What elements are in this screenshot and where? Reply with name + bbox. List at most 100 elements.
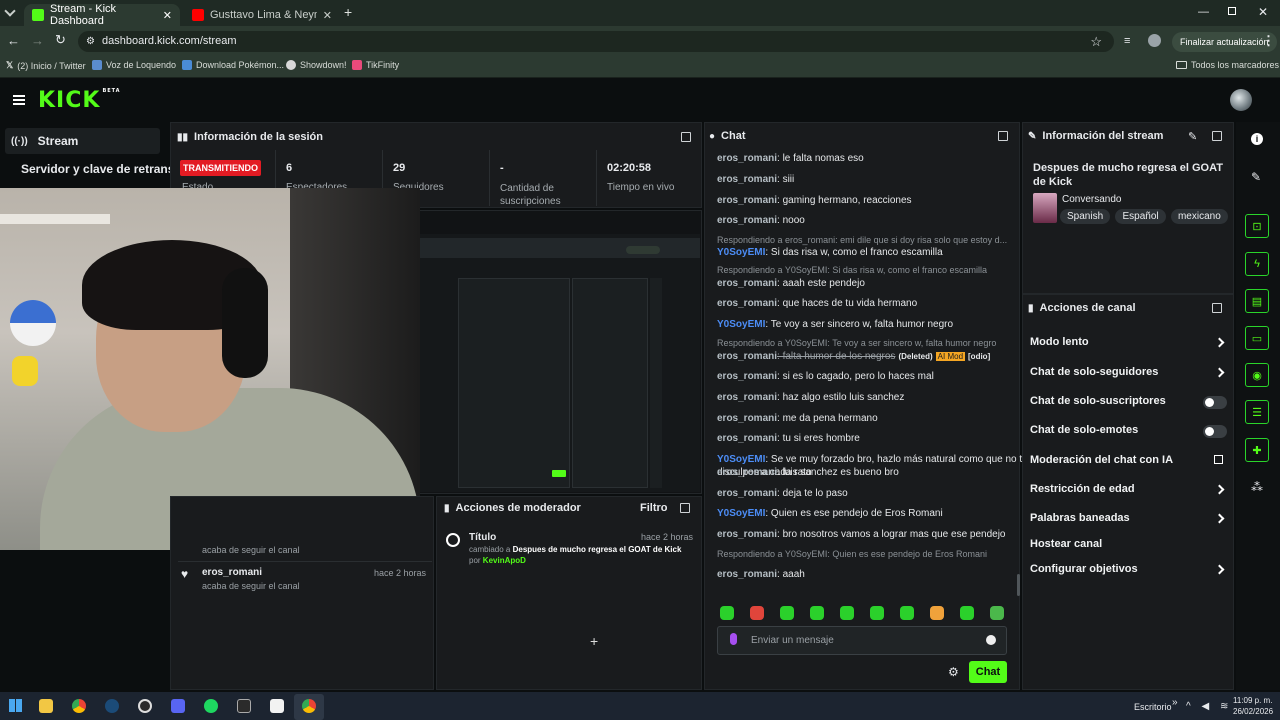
tray-chevron-icon[interactable]: » [1172, 697, 1178, 708]
filter-button[interactable]: Filtro [640, 502, 668, 514]
chat-username[interactable]: eros_romani [717, 351, 777, 362]
channel-action-item[interactable]: Moderación del chat con IA [1030, 454, 1173, 466]
tray-icons[interactable]: ^ ◀ ≋ [1186, 701, 1232, 712]
steam-icon[interactable] [105, 699, 119, 713]
rail-wrench-icon[interactable]: ✚ [1245, 438, 1269, 462]
chat-username[interactable]: eros_romani [717, 433, 777, 444]
emoji-picker-icon[interactable] [986, 635, 996, 645]
desktop-label[interactable]: Escritorio [1134, 702, 1172, 712]
popout-icon[interactable] [681, 132, 691, 142]
channel-action-item[interactable]: Restricción de edad [1030, 483, 1135, 495]
tab-youtube[interactable]: Gusttavo Lima & Neymar - BAL ✕ [184, 4, 340, 26]
external-link-icon[interactable] [1214, 455, 1223, 464]
new-tab-button[interactable]: + [344, 4, 352, 20]
emote-icon[interactable] [960, 606, 974, 620]
chrome-icon[interactable] [302, 699, 316, 713]
stream-preview-video[interactable] [418, 234, 700, 492]
bookmark-showdown[interactable]: Showdown! [286, 60, 347, 70]
info-icon[interactable]: i [1251, 133, 1263, 145]
chat-username[interactable]: eros_romani [717, 529, 777, 540]
bookmark-star-icon[interactable]: ☆ [1090, 31, 1102, 52]
restore-window-icon[interactable] [1228, 7, 1236, 15]
reload-icon[interactable]: ↻ [55, 32, 66, 48]
chat-username[interactable]: eros_romani [717, 278, 777, 289]
category-name[interactable]: Conversando [1062, 194, 1121, 205]
browser-menu-icon[interactable]: ⋮ [1262, 33, 1275, 49]
chat-username[interactable]: eros_romani [717, 215, 777, 226]
bookmark-twitter[interactable]: 𝕏 (2) Inicio / Twitter [6, 60, 86, 71]
pencil-icon[interactable]: ✎ [1251, 170, 1261, 184]
chat-username[interactable]: Y0SoyEMI [717, 454, 765, 465]
chat-username[interactable]: Y0SoyEMI [717, 508, 765, 519]
all-bookmarks[interactable]: Todos los marcadores [1176, 60, 1279, 70]
category-thumbnail[interactable] [1033, 193, 1057, 223]
chat-username[interactable]: eros_romani [717, 569, 777, 580]
close-tab-icon[interactable]: ✕ [323, 9, 332, 22]
windows-start-icon[interactable] [9, 699, 22, 712]
close-tab-icon[interactable]: ✕ [163, 9, 172, 22]
chat-username[interactable]: eros_romani [717, 488, 777, 499]
channel-action-item[interactable]: Palabras baneadas [1030, 512, 1130, 524]
emote-icon[interactable] [780, 606, 794, 620]
chat-username[interactable]: eros_romani [717, 298, 777, 309]
popout-icon[interactable] [998, 131, 1008, 141]
user-avatar[interactable] [1230, 89, 1252, 111]
rail-lightning-icon[interactable]: ϟ [1245, 252, 1269, 276]
channel-action-item[interactable]: Chat de solo-seguidores [1030, 366, 1158, 378]
capcut-icon[interactable] [270, 699, 284, 713]
emote-icon[interactable] [720, 606, 734, 620]
tag-espanol[interactable]: Español [1115, 209, 1166, 224]
sidebar-item-stream[interactable]: ((·)) Stream [5, 128, 160, 154]
emote-icon[interactable] [810, 606, 824, 620]
file-explorer-icon[interactable] [39, 699, 53, 713]
spotify-icon[interactable] [204, 699, 218, 713]
kick-logo[interactable]: KICK BETA [38, 88, 121, 113]
chat-username[interactable]: eros_romani [717, 174, 777, 185]
chat-username[interactable]: Y0SoyEMI [717, 247, 765, 258]
clock-date[interactable]: 26/02/2026 [1233, 707, 1273, 716]
chat-username[interactable]: eros_romani [717, 467, 777, 478]
obs-icon[interactable] [138, 699, 152, 713]
sidebar-item-stream-key[interactable]: Servidor y clave de retransmisión [21, 162, 171, 176]
profile-avatar-icon[interactable] [1148, 34, 1161, 47]
hamburger-menu-icon[interactable] [13, 95, 25, 105]
emote-icon[interactable] [840, 606, 854, 620]
emote-icon[interactable] [900, 606, 914, 620]
rail-stack-icon[interactable]: ☰ [1245, 400, 1269, 424]
channel-action-item[interactable]: Chat de solo-suscriptores [1030, 395, 1166, 407]
microphone-icon[interactable] [730, 633, 737, 645]
emote-icon[interactable] [930, 606, 944, 620]
emote-icon[interactable] [750, 606, 764, 620]
bookmark-loquendo[interactable]: Voz de Loquendo [92, 60, 176, 70]
discord-icon[interactable] [171, 699, 185, 713]
emote-icon[interactable] [870, 606, 884, 620]
rail-video-icon[interactable]: ⊡ [1245, 214, 1269, 238]
chat-username[interactable]: Y0SoyEMI [717, 319, 765, 330]
rail-chat-icon[interactable]: ▭ [1245, 326, 1269, 350]
toggle-switch[interactable] [1203, 425, 1227, 438]
site-info-icon[interactable]: ⚙ [86, 31, 95, 52]
popout-icon[interactable] [1212, 303, 1222, 313]
chat-username[interactable]: eros_romani [717, 392, 777, 403]
close-window-icon[interactable]: ✕ [1258, 5, 1268, 19]
media-controls-icon[interactable]: ≡ [1124, 35, 1130, 47]
edit-pencil-icon[interactable]: ✎ [1188, 130, 1197, 143]
chat-username[interactable]: eros_romani [717, 195, 777, 206]
mod-entry-by-user[interactable]: KevinApoD [483, 556, 526, 565]
emote-icon[interactable] [990, 606, 1004, 620]
popout-icon[interactable] [680, 503, 690, 513]
tag-spanish[interactable]: Spanish [1060, 209, 1111, 224]
chat-scrollbar[interactable] [1017, 574, 1020, 596]
tab-kick-dashboard[interactable]: Stream - Kick Dashboard ✕ [24, 3, 180, 27]
minimize-window-icon[interactable]: — [1198, 6, 1209, 18]
chrome-icon[interactable] [72, 699, 86, 713]
channel-action-item[interactable]: Modo lento [1030, 336, 1089, 348]
chat-username[interactable]: eros_romani [717, 371, 777, 382]
forward-arrow-icon[interactable]: → [31, 33, 44, 48]
rail-document-icon[interactable]: ▤ [1245, 289, 1269, 313]
chat-send-button[interactable]: Chat [969, 661, 1007, 683]
chat-settings-gear-icon[interactable]: ⚙ [948, 665, 959, 679]
back-arrow-icon[interactable]: ← [7, 33, 20, 48]
epic-games-icon[interactable] [237, 699, 251, 713]
channel-action-item[interactable]: Configurar objetivos [1030, 563, 1138, 575]
